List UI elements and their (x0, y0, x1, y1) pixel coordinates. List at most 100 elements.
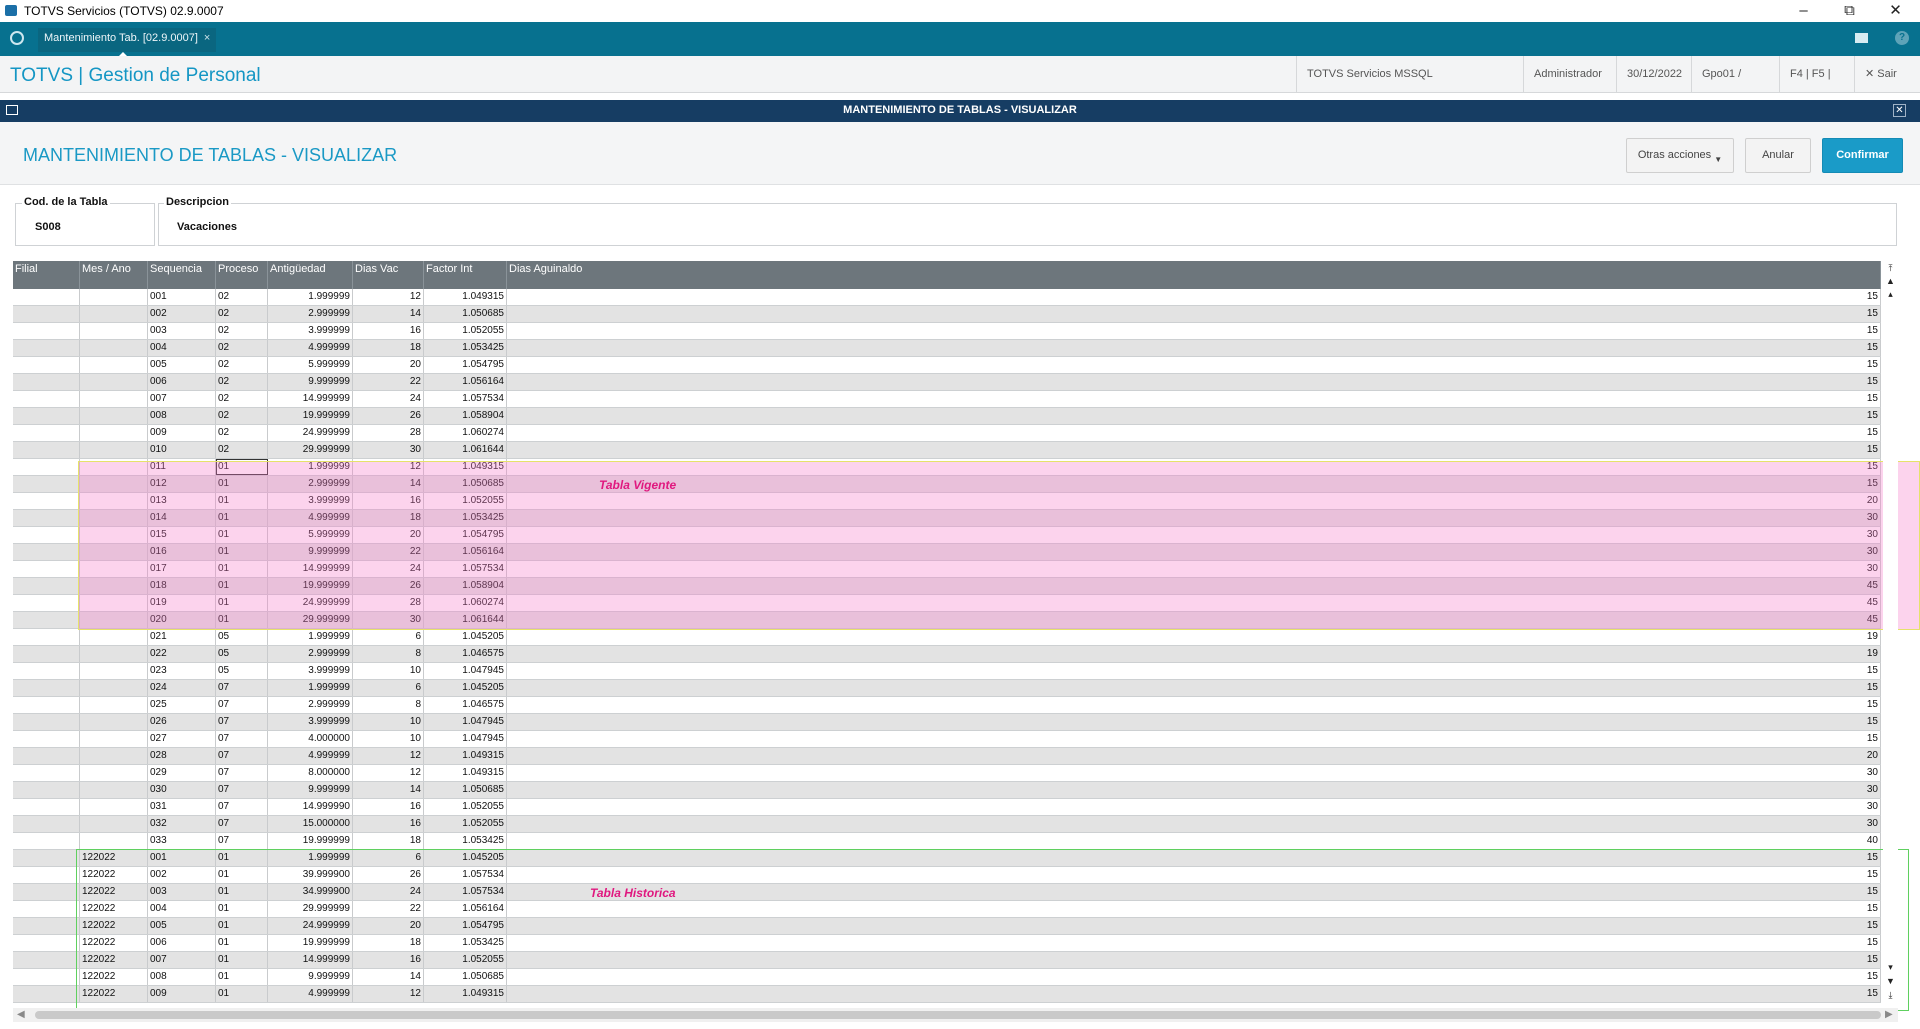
cell-sequencia[interactable]: 024 (148, 680, 216, 696)
cell-dias-aguinaldo[interactable]: 15 (507, 714, 1881, 730)
cell-mes-ano[interactable] (80, 340, 148, 356)
cell-proceso[interactable]: 07 (216, 714, 268, 730)
cell-proceso[interactable]: 07 (216, 748, 268, 764)
cell-dias-vac[interactable]: 8 (353, 697, 424, 713)
cell-mes-ano[interactable] (80, 408, 148, 424)
cell-mes-ano[interactable] (80, 765, 148, 781)
column-header-dias-aguinaldo[interactable]: Dias Aguinaldo (507, 261, 1881, 289)
cell-factor-int[interactable]: 1.046575 (424, 646, 507, 662)
cell-filial[interactable] (13, 697, 80, 713)
cell-filial[interactable] (13, 646, 80, 662)
table-row[interactable]: 024 07 1.999999 6 1.045205 15 (13, 680, 1881, 697)
cell-factor-int[interactable]: 1.058904 (424, 408, 507, 424)
cell-mes-ano[interactable] (80, 833, 148, 849)
cell-filial[interactable] (13, 850, 80, 866)
cell-filial[interactable] (13, 476, 80, 492)
cell-mes-ano[interactable] (80, 442, 148, 458)
cell-sequencia[interactable]: 023 (148, 663, 216, 679)
cell-antiguedad[interactable]: 4.000000 (268, 731, 353, 747)
cell-dias-aguinaldo[interactable]: 15 (507, 391, 1881, 407)
cell-dias-aguinaldo[interactable]: 15 (507, 731, 1881, 747)
cell-filial[interactable] (13, 986, 80, 1002)
cell-filial[interactable] (13, 357, 80, 373)
cell-filial[interactable] (13, 799, 80, 815)
cell-factor-int[interactable]: 1.047945 (424, 731, 507, 747)
cell-dias-aguinaldo[interactable]: 15 (507, 408, 1881, 424)
cell-antiguedad[interactable]: 14.999990 (268, 799, 353, 815)
cell-proceso[interactable]: 02 (216, 391, 268, 407)
vertical-scrollbar[interactable]: ⤒ ▲ ▴ ▾ ▼ ⤓ (1883, 261, 1898, 1004)
cell-mes-ano[interactable] (80, 323, 148, 339)
cell-filial[interactable] (13, 408, 80, 424)
cell-sequencia[interactable]: 025 (148, 697, 216, 713)
cell-antiguedad[interactable]: 3.999999 (268, 663, 353, 679)
table-row[interactable]: 031 07 14.999990 16 1.052055 30 (13, 799, 1881, 816)
cell-dias-aguinaldo[interactable]: 15 (507, 357, 1881, 373)
cell-proceso[interactable]: 02 (216, 408, 268, 424)
table-row[interactable]: 025 07 2.999999 8 1.046575 15 (13, 697, 1881, 714)
cell-filial[interactable] (13, 306, 80, 322)
cell-antiguedad[interactable]: 8.000000 (268, 765, 353, 781)
cell-factor-int[interactable]: 1.053425 (424, 833, 507, 849)
cell-antiguedad[interactable]: 9.999999 (268, 374, 353, 390)
cell-antiguedad[interactable]: 5.999999 (268, 357, 353, 373)
cell-antiguedad[interactable]: 1.999999 (268, 629, 353, 645)
cell-filial[interactable] (13, 612, 80, 628)
cell-antiguedad[interactable]: 2.999999 (268, 646, 353, 662)
scroll-down-icon[interactable]: ▾ (1884, 961, 1897, 973)
table-row[interactable]: 028 07 4.999999 12 1.049315 20 (13, 748, 1881, 765)
cell-sequencia[interactable]: 028 (148, 748, 216, 764)
cell-sequencia[interactable]: 005 (148, 357, 216, 373)
scroll-up-icon[interactable]: ▴ (1884, 288, 1897, 300)
cell-sequencia[interactable]: 008 (148, 408, 216, 424)
cell-dias-aguinaldo[interactable]: 15 (507, 680, 1881, 696)
maximize-button[interactable]: ⧉ (1827, 0, 1872, 22)
minimize-button[interactable]: – (1781, 0, 1826, 22)
cell-sequencia[interactable]: 009 (148, 425, 216, 441)
cell-dias-vac[interactable]: 28 (353, 425, 424, 441)
cell-dias-aguinaldo[interactable]: 15 (507, 374, 1881, 390)
cell-antiguedad[interactable]: 15.000000 (268, 816, 353, 832)
cell-proceso[interactable]: 07 (216, 731, 268, 747)
cell-mes-ano[interactable] (80, 782, 148, 798)
table-row[interactable]: 007 02 14.999999 24 1.057534 15 (13, 391, 1881, 408)
cell-dias-aguinaldo[interactable]: 15 (507, 425, 1881, 441)
cell-dias-aguinaldo[interactable]: 30 (507, 782, 1881, 798)
table-code-value[interactable]: S008 (35, 221, 61, 233)
home-icon[interactable] (10, 31, 24, 45)
cell-dias-vac[interactable]: 30 (353, 442, 424, 458)
cell-dias-vac[interactable]: 14 (353, 306, 424, 322)
cell-antiguedad[interactable]: 19.999999 (268, 833, 353, 849)
cell-proceso[interactable]: 05 (216, 629, 268, 645)
cell-filial[interactable] (13, 374, 80, 390)
cell-filial[interactable] (13, 816, 80, 832)
cell-filial[interactable] (13, 748, 80, 764)
cell-filial[interactable] (13, 969, 80, 985)
cell-factor-int[interactable]: 1.049315 (424, 748, 507, 764)
exit-button[interactable]: ✕ Sair (1854, 56, 1920, 92)
table-row[interactable]: 029 07 8.000000 12 1.049315 30 (13, 765, 1881, 782)
cell-dias-aguinaldo[interactable]: 15 (507, 340, 1881, 356)
cell-proceso[interactable]: 02 (216, 425, 268, 441)
table-row[interactable]: 010 02 29.999999 30 1.061644 15 (13, 442, 1881, 459)
cell-antiguedad[interactable]: 2.999999 (268, 306, 353, 322)
cell-dias-vac[interactable]: 14 (353, 782, 424, 798)
cell-antiguedad[interactable]: 1.999999 (268, 289, 353, 305)
cell-filial[interactable] (13, 680, 80, 696)
cell-antiguedad[interactable]: 29.999999 (268, 442, 353, 458)
cell-mes-ano[interactable] (80, 646, 148, 662)
cell-sequencia[interactable]: 027 (148, 731, 216, 747)
cell-dias-vac[interactable]: 6 (353, 680, 424, 696)
cell-dias-vac[interactable]: 10 (353, 663, 424, 679)
cell-factor-int[interactable]: 1.052055 (424, 323, 507, 339)
mail-icon[interactable] (1855, 33, 1868, 43)
cell-factor-int[interactable]: 1.052055 (424, 816, 507, 832)
column-header-filial[interactable]: Filial (13, 261, 80, 289)
cell-dias-vac[interactable]: 16 (353, 323, 424, 339)
cell-antiguedad[interactable]: 1.999999 (268, 680, 353, 696)
cell-proceso[interactable]: 05 (216, 646, 268, 662)
cell-filial[interactable] (13, 714, 80, 730)
close-window-button[interactable]: ✕ (1873, 0, 1918, 22)
cell-dias-vac[interactable]: 26 (353, 408, 424, 424)
cell-sequencia[interactable]: 022 (148, 646, 216, 662)
